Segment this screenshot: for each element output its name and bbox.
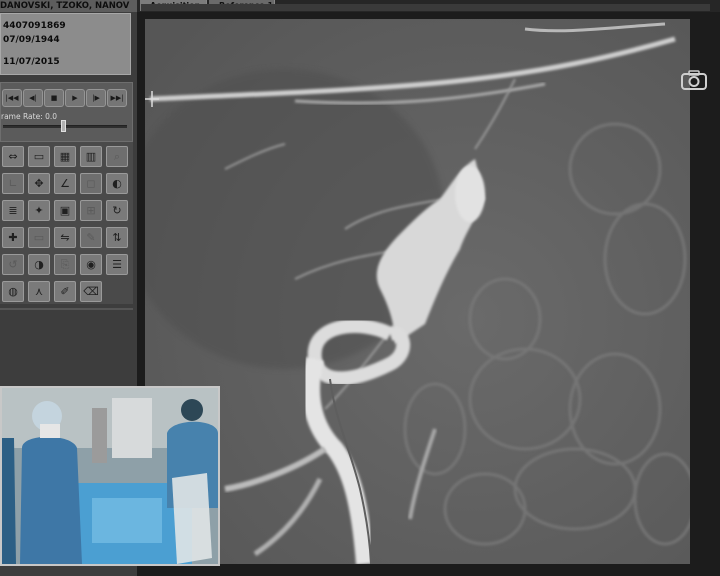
annotate-tool-button[interactable]: ✎ xyxy=(80,227,102,248)
cine-player: |◀◀ ◀| ■ ▶ |▶ ▶▶| rame Rate: 0.0 xyxy=(0,82,133,142)
folder-tool-button[interactable]: ▭ xyxy=(28,146,50,167)
film-tool-button[interactable]: ▥ xyxy=(80,146,102,167)
roi-tool-button[interactable]: ◻ xyxy=(80,173,102,194)
grid-tool-button[interactable]: ▦ xyxy=(54,146,76,167)
mirror-icon: ⇋ xyxy=(60,231,70,244)
zoom-icon: ⌕ xyxy=(113,150,121,163)
operating-room-video xyxy=(0,386,220,566)
invert-icon: ◑ xyxy=(34,258,44,271)
play-icon: ▶ xyxy=(72,94,78,102)
mirror-tool-button[interactable]: ⇋ xyxy=(54,227,76,248)
copy-icon: ⎘ xyxy=(60,258,70,271)
window-icon: ▣ xyxy=(59,204,71,217)
stack-icon: ≣ xyxy=(8,204,18,217)
density-icon: ◍ xyxy=(8,285,18,298)
annotate-icon: ✎ xyxy=(86,231,96,244)
patient-id: 4407091869 xyxy=(3,21,66,31)
vessel-tree-tool-button[interactable]: ⋏ xyxy=(28,281,50,302)
angle-icon: ∠ xyxy=(60,177,70,190)
pen-tool-button[interactable]: ✐ xyxy=(54,281,76,302)
measure-tool-button[interactable]: ∟ xyxy=(2,173,24,194)
pan-icon: ✥ xyxy=(34,177,44,190)
calibrate-tool-button[interactable]: ⊞ xyxy=(80,200,102,221)
magic-wand-icon: ✦ xyxy=(34,204,44,217)
camera-icon: ◉ xyxy=(86,258,96,271)
vessel-tree-icon: ⋏ xyxy=(34,285,44,298)
study-date: 11/07/2015 xyxy=(3,57,60,67)
tab-underline xyxy=(141,4,710,11)
reset-tool-button[interactable]: ↺ xyxy=(2,254,24,275)
calibrate-icon: ⊞ xyxy=(86,204,96,217)
layers-icon: ☰ xyxy=(112,258,122,271)
camera-tool-button[interactable]: ◉ xyxy=(80,254,102,275)
density-tool-button[interactable]: ◍ xyxy=(2,281,24,302)
step-forward-button[interactable]: |▶ xyxy=(86,89,106,107)
skip-back-icon: |◀◀ xyxy=(5,94,19,102)
crosshair-tool-button[interactable]: ✚ xyxy=(2,227,24,248)
panel-divider xyxy=(0,308,133,310)
folder-open-tool-button[interactable]: ▭ xyxy=(28,227,50,248)
rotate-icon: ↻ xyxy=(112,204,122,217)
arrows-icon: ⇔ xyxy=(8,150,18,163)
angle-tool-button[interactable]: ∠ xyxy=(54,173,76,194)
pen-icon: ✐ xyxy=(60,285,70,298)
folder-open-icon: ▭ xyxy=(33,231,45,244)
crosshair-icon: ✚ xyxy=(8,231,18,244)
contrast-icon: ◐ xyxy=(112,177,122,190)
pan-tool-button[interactable]: ✥ xyxy=(28,173,50,194)
contrast-tool-button[interactable]: ◐ xyxy=(106,173,128,194)
step-back-icon: ◀| xyxy=(29,94,37,102)
film-icon: ▥ xyxy=(85,150,97,163)
rotate-tool-button[interactable]: ↻ xyxy=(106,200,128,221)
measure-icon: ∟ xyxy=(8,177,18,190)
patient-name: DANOVSKI, TZOKO, NANOV xyxy=(0,0,137,12)
stop-button[interactable]: ■ xyxy=(44,89,64,107)
erase-tool-button[interactable]: ⌫ xyxy=(80,281,102,302)
erase-icon: ⌫ xyxy=(83,285,99,298)
layers-tool-button[interactable]: ☰ xyxy=(106,254,128,275)
stack-tool-button[interactable]: ≣ xyxy=(2,200,24,221)
step-forward-icon: |▶ xyxy=(92,94,100,102)
video-frame xyxy=(2,388,218,564)
zoom-tool-button[interactable]: ⌕ xyxy=(106,146,128,167)
skip-forward-icon: ▶▶| xyxy=(110,94,124,102)
patient-dob: 07/09/1944 xyxy=(3,35,60,45)
tool-grid: ⇔ ▭ ▦ ▥ ⌕ ∟ ✥ ∠ ◻ ◐ ≣ ✦ ▣ ⊞ ↻ ✚ ▭ ⇋ ✎ ⇅ ↺ ◑ ⎘ ◉ ☰ ◍ ⋏ ✐ ⌫ xyxy=(0,142,133,304)
skip-back-button[interactable]: |◀◀ xyxy=(2,89,22,107)
step-back-button[interactable]: ◀| xyxy=(23,89,43,107)
magic-wand-tool-button[interactable]: ✦ xyxy=(28,200,50,221)
reset-icon: ↺ xyxy=(8,258,18,271)
frame-rate-slider-thumb[interactable] xyxy=(61,120,66,132)
stop-icon: ■ xyxy=(50,94,58,102)
frame-rate-label: rame Rate: 0.0 xyxy=(1,112,58,121)
copy-tool-button[interactable]: ⎘ xyxy=(54,254,76,275)
arrows-tool-button[interactable]: ⇔ xyxy=(2,146,24,167)
angiogram-image xyxy=(145,19,690,564)
grid-icon: ▦ xyxy=(59,150,71,163)
folder-icon: ▭ xyxy=(33,150,45,163)
patient-info-box: 4407091869 07/09/1944 11/07/2015 xyxy=(0,13,131,75)
window-tool-button[interactable]: ▣ xyxy=(54,200,76,221)
invert-tool-button[interactable]: ◑ xyxy=(28,254,50,275)
flip-icon: ⇅ xyxy=(112,231,122,244)
image-viewport[interactable] xyxy=(145,19,690,564)
flip-tool-button[interactable]: ⇅ xyxy=(106,227,128,248)
play-button[interactable]: ▶ xyxy=(65,89,85,107)
skip-forward-button[interactable]: ▶▶| xyxy=(107,89,127,107)
camera-icon[interactable] xyxy=(680,68,708,92)
roi-icon: ◻ xyxy=(86,177,96,190)
